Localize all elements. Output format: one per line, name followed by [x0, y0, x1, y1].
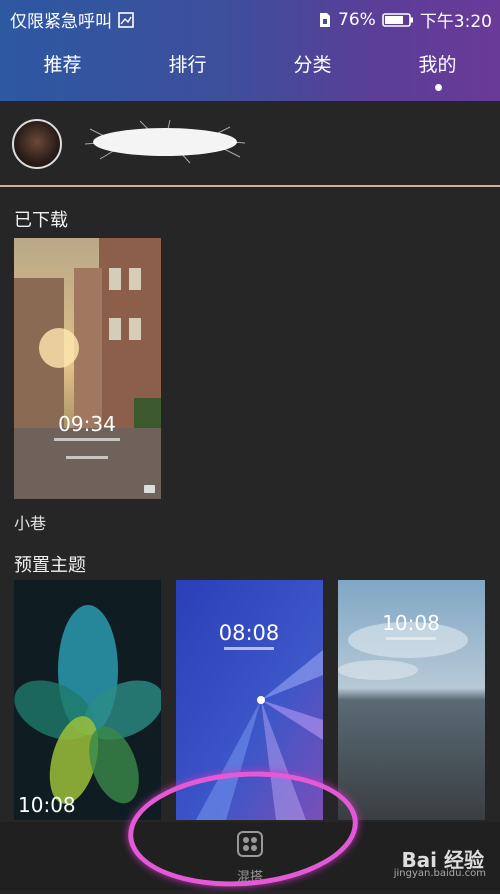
theme-card-alley[interactable]: 09:34: [14, 238, 161, 499]
battery-icon: [382, 12, 413, 27]
active-tab-indicator: [434, 84, 442, 91]
tab-ranking[interactable]: 排行: [125, 50, 250, 77]
theme-thumbnail: 10:08: [338, 580, 485, 820]
avatar[interactable]: [12, 119, 62, 169]
theme-thumbnail: 10:08: [14, 580, 161, 820]
tab-bar: 推荐 排行 分类 我的: [0, 50, 500, 91]
theme-name: 小巷: [14, 514, 47, 533]
tab-label: 排行: [168, 54, 207, 76]
tab-mine[interactable]: 我的: [375, 50, 500, 91]
preset-section-title: 预置主题: [14, 555, 86, 576]
downloaded-section-title: 已下载: [14, 210, 68, 231]
carrier-text: 仅限紧急呼叫: [10, 12, 112, 32]
theme-thumbnail: 09:34: [14, 238, 161, 499]
clock: 下午3:20: [419, 12, 492, 32]
lock-time: 10:08: [18, 793, 76, 817]
lock-time: 08:08: [219, 621, 280, 645]
divider: [0, 185, 500, 187]
redacted-username: [84, 119, 246, 164]
tab-label: 推荐: [43, 54, 82, 76]
battery-percent: 76%: [338, 9, 376, 30]
tab-category[interactable]: 分类: [250, 50, 375, 77]
preset-theme-card[interactable]: 10:08: [14, 580, 161, 820]
sim-icon: [320, 12, 331, 27]
image-icon: [118, 11, 134, 28]
status-bar: 仅限紧急呼叫 76% 下午3:20: [0, 0, 500, 36]
profile-row[interactable]: [0, 101, 500, 185]
lock-time: 09:34: [58, 412, 116, 436]
tab-recommend[interactable]: 推荐: [0, 50, 125, 77]
preset-theme-card[interactable]: 10:08: [338, 580, 485, 820]
top-header: 仅限紧急呼叫 76% 下午3:20 推荐 排行 分类 我的: [0, 0, 500, 101]
camera-icon: [144, 485, 155, 493]
tab-label: 我的: [418, 54, 457, 76]
tab-label: 分类: [293, 54, 332, 76]
lock-time: 10:08: [382, 611, 440, 635]
watermark-url: jingyan.baidu.com: [393, 868, 486, 879]
